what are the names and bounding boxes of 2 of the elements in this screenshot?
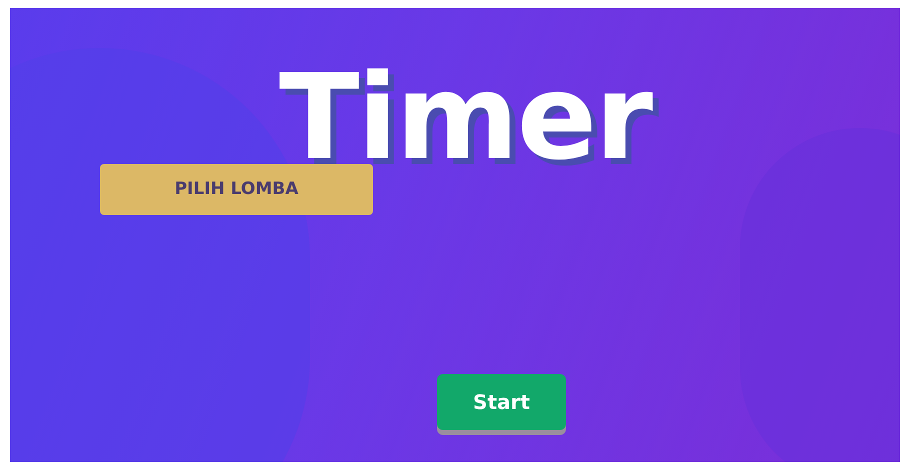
start-button[interactable]: Start [437,374,566,430]
select-competition-button[interactable]: PILIH LOMBA [100,164,373,215]
